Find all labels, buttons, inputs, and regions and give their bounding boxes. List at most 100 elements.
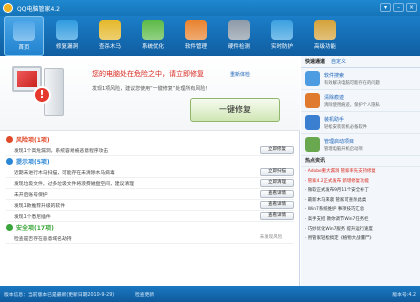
- section-header[interactable]: 安全项(17项): [6, 222, 294, 233]
- news-link[interactable]: · 用管家轻松搞定《植物大战僵尸》: [301, 234, 420, 244]
- quick-tools: 软件搜索有效解决电脑可能存在的问题 清除痕迹清除使用痕迹，保护个人隐私 装机助手轻松…: [301, 68, 420, 156]
- list-item-text: 发现1款推荐升级的软件: [14, 203, 66, 209]
- tools-icon: [314, 20, 336, 40]
- quick-tool-item[interactable]: 管理启动项目管理电脑开机启动项: [301, 134, 420, 156]
- recheck-link[interactable]: 重新体检: [230, 71, 250, 78]
- action-button[interactable]: 立即扫描: [260, 168, 294, 176]
- check-results-list: 风险项(1项) 发现1个高危漏洞，系统容易被恶意程序攻击 立即修复 提示项(5项) 近期…: [6, 134, 294, 286]
- shield-icon: [56, 20, 78, 40]
- list-item: 未开启账号保护 查看详情: [6, 189, 294, 200]
- toolbar-item-2[interactable]: 查杀木马: [90, 16, 130, 56]
- list-item-text: 发现1个悉尼插件: [14, 214, 51, 220]
- risk-summary: 发现1项风险，建议您使用“一键修复”处理所有风险！: [92, 86, 211, 92]
- list-item-text: 发现1个高危漏洞，系统容易被恶意程序攻击: [14, 148, 109, 154]
- toolbar-item-label: 硬件检测: [227, 44, 250, 50]
- section-title: 风险项(1项): [16, 137, 50, 144]
- list-item-text: 发现垃圾文件，过多垃圾文件将浪费磁盘空间，建议清理: [14, 181, 134, 187]
- news-link[interactable]: · 微软正式发布9月11个安全补丁: [301, 186, 420, 196]
- version-number: 版本号:4.2: [392, 293, 416, 298]
- main-toolbar: 首页 修复漏洞 查杀木马 系统优化 软件管理 硬件检测 实时防护 高级功能: [0, 16, 420, 56]
- action-button[interactable]: 查看详情: [260, 190, 294, 198]
- list-item: 发现1个高危漏洞，系统容易被恶意程序攻击 立即修复: [6, 145, 294, 156]
- toolbar-item-label: 实时防护: [270, 44, 293, 50]
- section-header[interactable]: 提示项(5项): [6, 156, 294, 167]
- section-title: 安全项(17项): [16, 225, 54, 232]
- health-summary: ! 您的电脑处在危险之中，请立即修复 重新体检 发现1项风险，建议您使用“一键修…: [0, 56, 300, 131]
- tab-custom[interactable]: 自定义: [331, 58, 346, 65]
- quick-tool-title[interactable]: 软件搜索: [324, 72, 344, 79]
- status-label: 未发现风险: [259, 235, 283, 240]
- section-header[interactable]: 风险项(1项): [6, 134, 294, 145]
- title-bar: QQ电脑管家4.2 ▾ – ×: [0, 0, 420, 16]
- toolbar-item-3[interactable]: 系统优化: [133, 16, 173, 56]
- news-link[interactable]: · Win7系统维护 事项技巧汇总: [301, 205, 420, 215]
- hot-news-title: 热点资讯: [301, 156, 420, 167]
- toolbar-item-6[interactable]: 实时防护: [262, 16, 302, 56]
- toolbar-item-label: 系统优化: [141, 44, 164, 50]
- list-item: 检查是否存在恶意域名劫持 未发现风险: [6, 233, 294, 244]
- alert-icon: !: [33, 86, 51, 104]
- version-status: 版本信息：当前版本已是最新(更新日期2010-9-29): [4, 293, 115, 298]
- toolbar-item-5[interactable]: 硬件检测: [219, 16, 259, 56]
- news-link[interactable]: · 管家4.2正式发布 新增修复功能: [301, 177, 420, 187]
- right-sidebar: 快速通道 自定义 软件搜索有效解决电脑可能存在的问题 清除痕迹清除使用痕迹，保护个…: [301, 56, 420, 286]
- toolbar-item-label: 高级功能: [313, 44, 336, 50]
- search-icon: [305, 71, 320, 86]
- menu-button[interactable]: ▾: [380, 3, 391, 12]
- hot-news-list: · Adobe重大漏洞 管家率先支持修复 · 管家4.2正式发布 新增修复功能 · …: [301, 167, 420, 244]
- section-status-icon: [6, 136, 13, 143]
- action-button[interactable]: 查看详情: [260, 212, 294, 220]
- main-panel: ! 您的电脑处在危险之中，请立即修复 重新体检 发现1项风险，建议您使用“一键修…: [0, 56, 300, 286]
- close-button[interactable]: ×: [406, 3, 417, 12]
- check-update-link[interactable]: 检查更新: [135, 291, 154, 298]
- minimize-button[interactable]: –: [393, 3, 404, 12]
- action-button[interactable]: 查看详情: [260, 201, 294, 209]
- news-link[interactable]: · 最新木马来袭 管家可查杀此类: [301, 196, 420, 206]
- quick-tool-title[interactable]: 清除痕迹: [324, 94, 344, 101]
- news-link[interactable]: · 巧妙优化Win7服务 提升运行速度: [301, 225, 420, 235]
- list-item: 发现垃圾文件，过多垃圾文件将浪费磁盘空间，建议清理 立即清理: [6, 178, 294, 189]
- quick-tool-title[interactable]: 管理启动项目: [324, 138, 354, 145]
- quick-tool-desc: 清除使用痕迹，保护个人隐私: [324, 103, 380, 108]
- quick-tool-desc: 有效解决电脑可能存在的问题: [324, 81, 380, 86]
- toolbar-item-label: 修复漏洞: [55, 44, 78, 50]
- list-item: 发现1款推荐升级的软件 查看详情: [6, 200, 294, 211]
- section-title: 提示项(5项): [16, 159, 50, 166]
- software-icon: [185, 20, 207, 40]
- speed-icon: [142, 20, 164, 40]
- toolbar-item-0[interactable]: 首页: [4, 16, 44, 56]
- hardware-icon: [228, 20, 250, 40]
- list-item: 发现1个悉尼插件 查看详情: [6, 211, 294, 222]
- action-button[interactable]: 立即修复: [260, 146, 294, 154]
- one-click-fix-button[interactable]: 一键修复: [190, 98, 280, 122]
- quick-tool-desc: 管理电脑开机启动项: [324, 147, 363, 152]
- toolbar-item-7[interactable]: 高级功能: [305, 16, 345, 56]
- startup-icon: [305, 137, 320, 152]
- toolbar-item-label: 软件管理: [184, 44, 207, 50]
- window-title: QQ电脑管家4.2: [17, 6, 60, 13]
- toolbar-item-4[interactable]: 软件管理: [176, 16, 216, 56]
- sidebar-tabs: 快速通道 自定义: [301, 56, 420, 68]
- quick-tool-desc: 轻松安装装机必备软件: [324, 125, 367, 130]
- protect-icon: [271, 20, 293, 40]
- quick-tool-title[interactable]: 装机助手: [324, 116, 344, 123]
- scan-icon: [99, 20, 121, 40]
- toolbar-item-1[interactable]: 修复漏洞: [47, 16, 87, 56]
- quick-tool-item[interactable]: 软件搜索有效解决电脑可能存在的问题: [301, 68, 420, 90]
- list-item-text: 检查是否存在恶意域名劫持: [14, 236, 72, 242]
- status-bar: 版本信息：当前版本已是最新(更新日期2010-9-29) 检查更新 版本号:4.…: [0, 286, 420, 302]
- toolbar-item-label: 首页: [18, 45, 30, 51]
- section-status-icon: [6, 158, 13, 165]
- section-status-icon: [6, 224, 13, 231]
- tab-quick-access[interactable]: 快速通道: [305, 58, 325, 65]
- list-item-text: 近期未进行木马扫描，可能存在未清除木马病毒: [14, 170, 115, 176]
- quick-tool-item[interactable]: 清除痕迹清除使用痕迹，保护个人隐私: [301, 90, 420, 112]
- list-item: 近期未进行木马扫描，可能存在未清除木马病毒 立即扫描: [6, 167, 294, 178]
- list-item-text: 未开启账号保护: [14, 192, 48, 198]
- toolbar-item-label: 查杀木马: [98, 44, 121, 50]
- action-button[interactable]: 立即清理: [260, 179, 294, 187]
- quick-tool-item[interactable]: 装机助手轻松安装装机必备软件: [301, 112, 420, 134]
- news-link[interactable]: · Adobe重大漏洞 管家率先支持修复: [301, 167, 420, 177]
- news-link[interactable]: · 高手支招 教你调节Win7任务栏: [301, 215, 420, 225]
- window-controls: ▾ – ×: [380, 3, 417, 12]
